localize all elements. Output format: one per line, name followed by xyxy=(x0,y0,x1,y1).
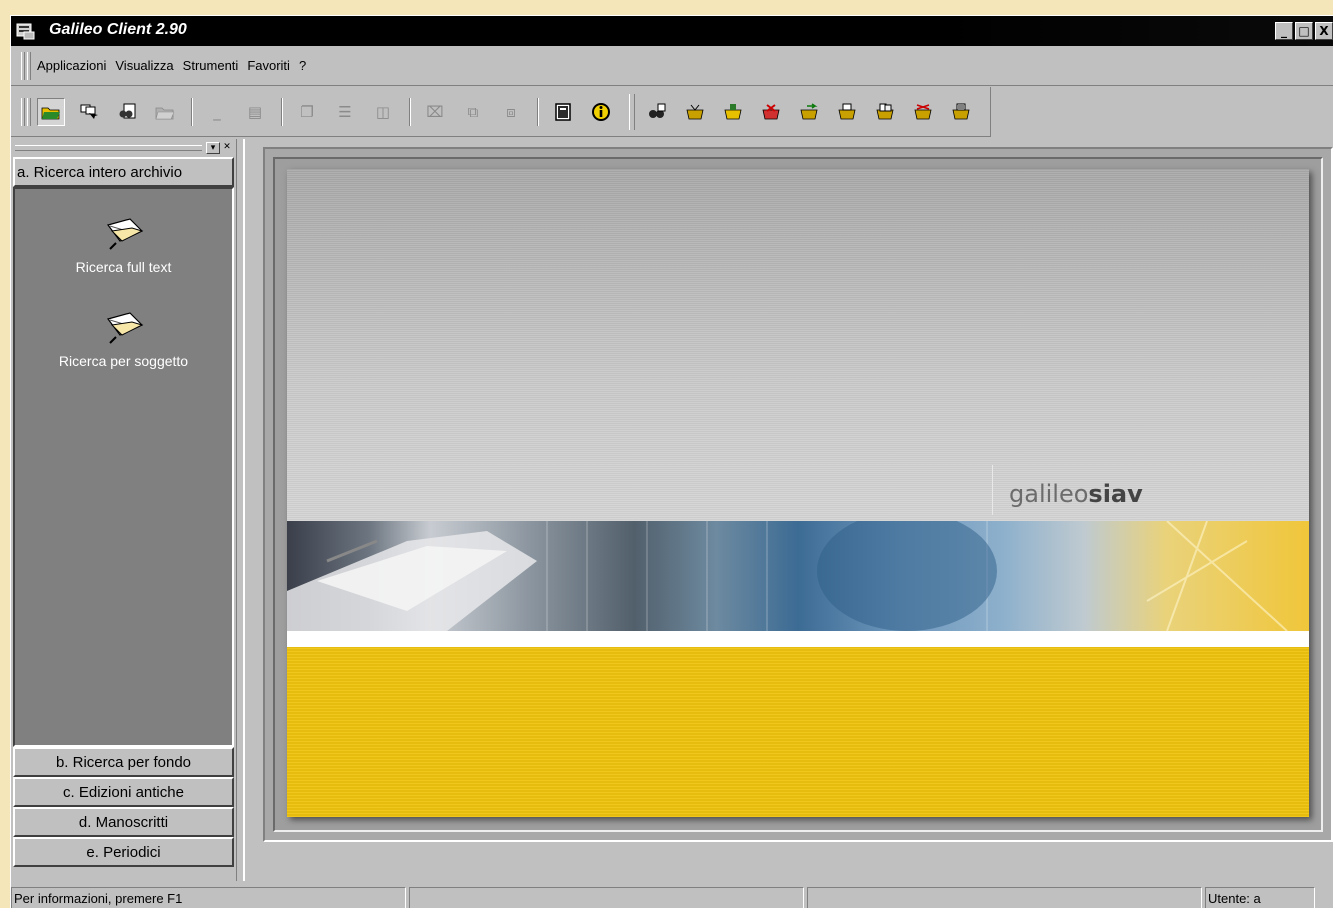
close-button[interactable]: X xyxy=(1315,22,1333,40)
splash-photo-strip xyxy=(287,511,1309,632)
cascade-icon[interactable]: ❐ xyxy=(293,98,321,126)
tab-periodici[interactable]: e. Periodici xyxy=(13,837,234,867)
ricerca-per-soggetto-item[interactable]: Ricerca per soggetto xyxy=(15,307,232,369)
basket-move-icon[interactable] xyxy=(795,98,823,126)
tab-ricerca-per-fondo[interactable]: b. Ricerca per fondo xyxy=(13,747,234,777)
tab-manoscritti[interactable]: d. Manoscritti xyxy=(13,807,234,837)
basket-icon[interactable] xyxy=(719,98,747,126)
toolbar-separator xyxy=(409,97,411,126)
binoculars-doc-icon[interactable] xyxy=(113,98,141,126)
basket-send-icon[interactable] xyxy=(909,98,937,126)
splash-gray-area xyxy=(287,169,1309,521)
search-pointer-icon[interactable] xyxy=(75,98,103,126)
tile-vertical-icon[interactable]: ◫ xyxy=(369,98,397,126)
status-panel-2 xyxy=(409,887,804,908)
info-icon[interactable] xyxy=(587,98,615,126)
toolbar-separator xyxy=(191,97,193,126)
toolbar-separator xyxy=(629,93,635,130)
panel-splitter[interactable] xyxy=(236,139,243,881)
splash-white-band xyxy=(287,631,1309,647)
mdi-inner-frame: galileosiav xyxy=(273,157,1323,832)
brand-bold-text: siav xyxy=(1088,480,1143,508)
find-icon[interactable] xyxy=(643,98,671,126)
basket-add-icon[interactable] xyxy=(681,98,709,126)
status-user: Utente: a xyxy=(1205,887,1315,908)
toolbar-separator xyxy=(281,97,283,126)
basket-export-icon[interactable] xyxy=(871,98,899,126)
panel-body: Ricerca full text Ricerca per soggetto xyxy=(13,187,234,747)
panel-header: ▾ ✕ xyxy=(11,139,236,157)
title-bar[interactable]: Galileo Client 2.90 _ □ X xyxy=(11,16,1333,46)
tile-icon[interactable]: ▤ xyxy=(241,98,269,126)
menu-grip[interactable] xyxy=(21,51,25,80)
panel-close-button[interactable]: ✕ xyxy=(220,142,234,154)
brand-divider xyxy=(992,465,993,515)
toolbar-separator xyxy=(537,97,539,126)
status-panel-3 xyxy=(807,887,1202,908)
ricerca-full-text-label: Ricerca full text xyxy=(75,259,172,275)
left-panel: ▾ ✕ a. Ricerca intero archivio Ricerca f… xyxy=(11,139,236,881)
menu-visualizza[interactable]: Visualizza xyxy=(115,56,173,75)
status-help-text: Per informazioni, premere F1 xyxy=(11,887,406,908)
app-icon[interactable] xyxy=(16,22,36,40)
toolbar-grip-2[interactable] xyxy=(27,97,31,126)
ricerca-full-text-item[interactable]: Ricerca full text xyxy=(15,213,232,275)
open-folder-icon[interactable] xyxy=(37,97,65,126)
window-title: Galileo Client 2.90 xyxy=(49,21,187,38)
maximize-button[interactable]: □ xyxy=(1295,22,1313,40)
close-others-icon[interactable]: ⧈ xyxy=(497,98,525,126)
mdi-frame: galileosiav xyxy=(263,147,1333,842)
menu-favoriti[interactable]: Favoriti xyxy=(247,56,290,75)
menu-help[interactable]: ? xyxy=(299,56,306,75)
tab-ricerca-intero-archivio[interactable]: a. Ricerca intero archivio xyxy=(13,157,234,187)
brand-logo: galileosiav xyxy=(1009,480,1143,508)
menu-grip-2[interactable] xyxy=(27,51,31,80)
app-window: Galileo Client 2.90 _ □ X Applicazioni V… xyxy=(10,15,1333,908)
panel-menu-button[interactable]: ▾ xyxy=(206,142,220,154)
basket-print-icon[interactable] xyxy=(833,98,861,126)
splash-image: galileosiav xyxy=(287,169,1309,817)
tab-edizioni-antiche[interactable]: c. Edizioni antiche xyxy=(13,777,234,807)
ricerca-per-soggetto-label: Ricerca per soggetto xyxy=(58,353,189,369)
panel-grip[interactable] xyxy=(15,145,202,151)
folder-open-icon[interactable] xyxy=(151,98,179,126)
photo-collage xyxy=(287,511,1288,632)
menu-strumenti[interactable]: Strumenti xyxy=(183,56,239,75)
main-area: galileosiav xyxy=(243,139,1333,881)
basket-remove-icon[interactable] xyxy=(757,98,785,126)
status-bar: Per informazioni, premere F1 Utente: a xyxy=(11,885,1333,908)
menu-applicazioni[interactable]: Applicazioni xyxy=(37,56,106,75)
splash-yellow-band xyxy=(287,647,1309,817)
envelope-icon xyxy=(106,312,143,344)
basket-clear-icon[interactable] xyxy=(947,98,975,126)
minimize-button[interactable]: _ xyxy=(1275,22,1293,40)
tile-horizontal-icon[interactable]: ☰ xyxy=(331,98,359,126)
toolbar: _ ▤ ❐ ☰ ◫ ⌧ ⧉ ⧈ xyxy=(11,87,991,137)
menu-bar: Applicazioni Visualizza Strumenti Favori… xyxy=(11,46,1333,86)
book-icon[interactable] xyxy=(549,98,577,126)
close-all-icon[interactable]: ⧉ xyxy=(459,98,487,126)
close-doc-icon[interactable]: ⌧ xyxy=(421,98,449,126)
brand-light-text: galileo xyxy=(1009,480,1089,508)
toolbar-grip[interactable] xyxy=(21,97,25,126)
minimize-doc-icon[interactable]: _ xyxy=(203,98,231,126)
envelope-icon xyxy=(106,218,143,250)
